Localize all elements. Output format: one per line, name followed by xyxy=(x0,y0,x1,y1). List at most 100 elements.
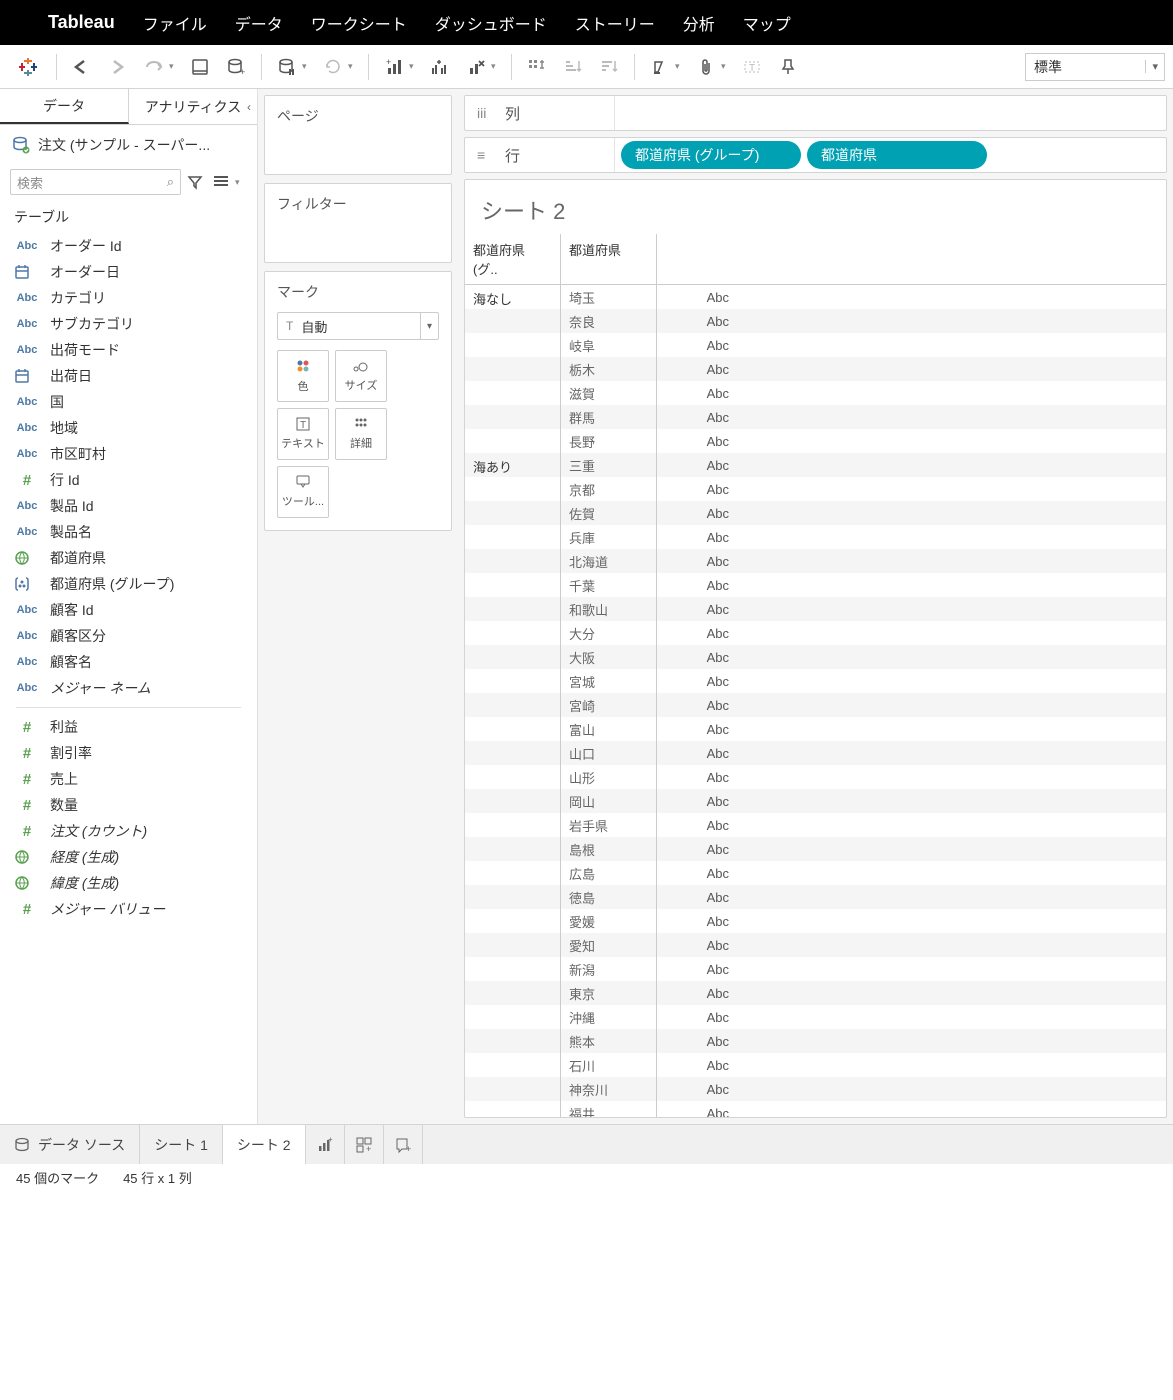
highlight-button[interactable] xyxy=(643,52,677,82)
table-row[interactable]: 和歌山Abc xyxy=(465,597,1166,621)
field-item[interactable]: 都道府県 xyxy=(6,545,251,571)
field-item[interactable]: Abcオーダー Id xyxy=(6,233,251,259)
field-item[interactable]: Abc顧客区分 xyxy=(6,623,251,649)
sort-desc-button[interactable] xyxy=(592,52,626,82)
label-button[interactable]: T xyxy=(735,52,769,82)
field-item[interactable]: #メジャー バリュー xyxy=(6,896,251,922)
table-row[interactable]: 栃木Abc xyxy=(465,357,1166,381)
forward-button[interactable] xyxy=(101,52,135,82)
new-worksheet-button[interactable]: + xyxy=(377,52,411,82)
tab-data[interactable]: データ xyxy=(0,89,129,124)
table-row[interactable]: 島根Abc xyxy=(465,837,1166,861)
table-row[interactable]: 山形Abc xyxy=(465,765,1166,789)
mark-type-selector[interactable]: T自動 xyxy=(277,312,439,340)
datasource-tab[interactable]: データ ソース xyxy=(0,1125,140,1164)
table-row[interactable]: 海なし埼玉Abc xyxy=(465,285,1166,309)
field-item[interactable]: Abc市区町村 xyxy=(6,441,251,467)
field-item[interactable]: #行 Id xyxy=(6,467,251,493)
col-header-pref[interactable]: 都道府県 xyxy=(561,234,657,284)
field-item[interactable]: Abc製品 Id xyxy=(6,493,251,519)
table-row[interactable]: 沖縄Abc xyxy=(465,1005,1166,1029)
dropdown-icon[interactable]: ▾ xyxy=(348,61,360,72)
table-row[interactable]: 岩手県Abc xyxy=(465,813,1166,837)
field-item[interactable]: #注文 (カウント) xyxy=(6,818,251,844)
search-input[interactable]: 検索 ⌕ xyxy=(10,169,181,195)
view-icon[interactable] xyxy=(213,175,233,189)
mark-tooltip-button[interactable]: ツール... xyxy=(277,466,329,518)
field-item[interactable]: #割引率 xyxy=(6,740,251,766)
sheet-title[interactable]: シート 2 xyxy=(465,180,1166,234)
table-row[interactable]: 宮崎Abc xyxy=(465,693,1166,717)
new-data-button[interactable]: + xyxy=(219,52,253,82)
swap-button[interactable] xyxy=(520,52,554,82)
table-row[interactable]: 岐阜Abc xyxy=(465,333,1166,357)
field-item[interactable]: Abc国 xyxy=(6,389,251,415)
table-body[interactable]: 海なし埼玉Abc奈良Abc岐阜Abc栃木Abc滋賀Abc群馬Abc長野Abc海あ… xyxy=(465,285,1166,1117)
dropdown-icon[interactable]: ▾ xyxy=(169,61,181,72)
tableau-logo-icon[interactable] xyxy=(8,56,48,78)
field-item[interactable]: #数量 xyxy=(6,792,251,818)
app-name[interactable]: Tableau xyxy=(48,12,115,33)
table-row[interactable]: 東京Abc xyxy=(465,981,1166,1005)
table-row[interactable]: 岡山Abc xyxy=(465,789,1166,813)
table-row[interactable]: 愛媛Abc xyxy=(465,909,1166,933)
table-row[interactable]: 広島Abc xyxy=(465,861,1166,885)
table-row[interactable]: 兵庫Abc xyxy=(465,525,1166,549)
mark-detail-button[interactable]: 詳細 xyxy=(335,408,387,460)
sheet-tab-1[interactable]: シート 1 xyxy=(140,1125,223,1164)
field-item[interactable]: 出荷日 xyxy=(6,363,251,389)
table-row[interactable]: 長野Abc xyxy=(465,429,1166,453)
table-row[interactable]: 山口Abc xyxy=(465,741,1166,765)
datasource-item[interactable]: 注文 (サンプル - スーパー... xyxy=(0,125,257,165)
menu-data[interactable]: データ xyxy=(235,11,283,35)
dropdown-icon[interactable]: ▾ xyxy=(491,61,503,72)
table-row[interactable]: 熊本Abc xyxy=(465,1029,1166,1053)
back-button[interactable] xyxy=(65,52,99,82)
columns-shelf[interactable]: iii列 xyxy=(464,95,1167,131)
dropdown-icon[interactable]: ▾ xyxy=(721,61,733,72)
field-item[interactable]: Abcサブカテゴリ xyxy=(6,311,251,337)
table-row[interactable]: 神奈川Abc xyxy=(465,1077,1166,1101)
save-button[interactable] xyxy=(137,52,171,82)
menu-dashboard[interactable]: ダッシュボード xyxy=(435,11,547,35)
table-row[interactable]: 滋賀Abc xyxy=(465,381,1166,405)
field-item[interactable]: Abc顧客 Id xyxy=(6,597,251,623)
filters-card[interactable]: フィルター xyxy=(264,183,452,263)
table-row[interactable]: 愛知Abc xyxy=(465,933,1166,957)
table-row[interactable]: 富山Abc xyxy=(465,717,1166,741)
pages-card[interactable]: ページ xyxy=(264,95,452,175)
dropdown-icon[interactable]: ▾ xyxy=(235,177,247,188)
table-row[interactable]: 大分Abc xyxy=(465,621,1166,645)
field-item[interactable]: Abc顧客名 xyxy=(6,649,251,675)
rows-shelf[interactable]: ≡行 都道府県 (グループ) 都道府県 xyxy=(464,137,1167,173)
field-item[interactable]: Abc地域 xyxy=(6,415,251,441)
field-item[interactable]: Abc出荷モード xyxy=(6,337,251,363)
clear-button[interactable] xyxy=(459,52,493,82)
dropdown-icon[interactable]: ▾ xyxy=(409,61,421,72)
fit-selector[interactable]: 標準 xyxy=(1025,53,1165,81)
collapse-icon[interactable]: ‹ xyxy=(247,100,251,114)
table-row[interactable]: 北海道Abc xyxy=(465,549,1166,573)
field-item[interactable]: Abcメジャー ネーム xyxy=(6,675,251,701)
field-item[interactable]: #利益 xyxy=(6,714,251,740)
table-row[interactable]: 奈良Abc xyxy=(465,309,1166,333)
table-row[interactable]: 福井Abc xyxy=(465,1101,1166,1117)
sheet-tab-2[interactable]: シート 2 xyxy=(223,1125,306,1164)
table-row[interactable]: 宮城Abc xyxy=(465,669,1166,693)
menu-worksheet[interactable]: ワークシート xyxy=(311,11,407,35)
dropdown-icon[interactable]: ▾ xyxy=(302,61,314,72)
table-row[interactable]: 新潟Abc xyxy=(465,957,1166,981)
attachment-button[interactable] xyxy=(689,52,723,82)
menu-map[interactable]: マップ xyxy=(743,11,791,35)
row-pill-group[interactable]: 都道府県 (グループ) xyxy=(621,141,801,169)
table-row[interactable]: 海あり三重Abc xyxy=(465,453,1166,477)
duplicate-button[interactable] xyxy=(423,52,457,82)
col-header-group[interactable]: 都道府県 (グ.. xyxy=(465,234,561,284)
field-item[interactable]: 都道府県 (グループ) xyxy=(6,571,251,597)
table-row[interactable]: 徳島Abc xyxy=(465,885,1166,909)
new-story-tab[interactable]: + xyxy=(384,1125,423,1164)
sort-asc-button[interactable] xyxy=(556,52,590,82)
mark-size-button[interactable]: サイズ xyxy=(335,350,387,402)
table-row[interactable]: 京都Abc xyxy=(465,477,1166,501)
pin-button[interactable] xyxy=(771,52,805,82)
